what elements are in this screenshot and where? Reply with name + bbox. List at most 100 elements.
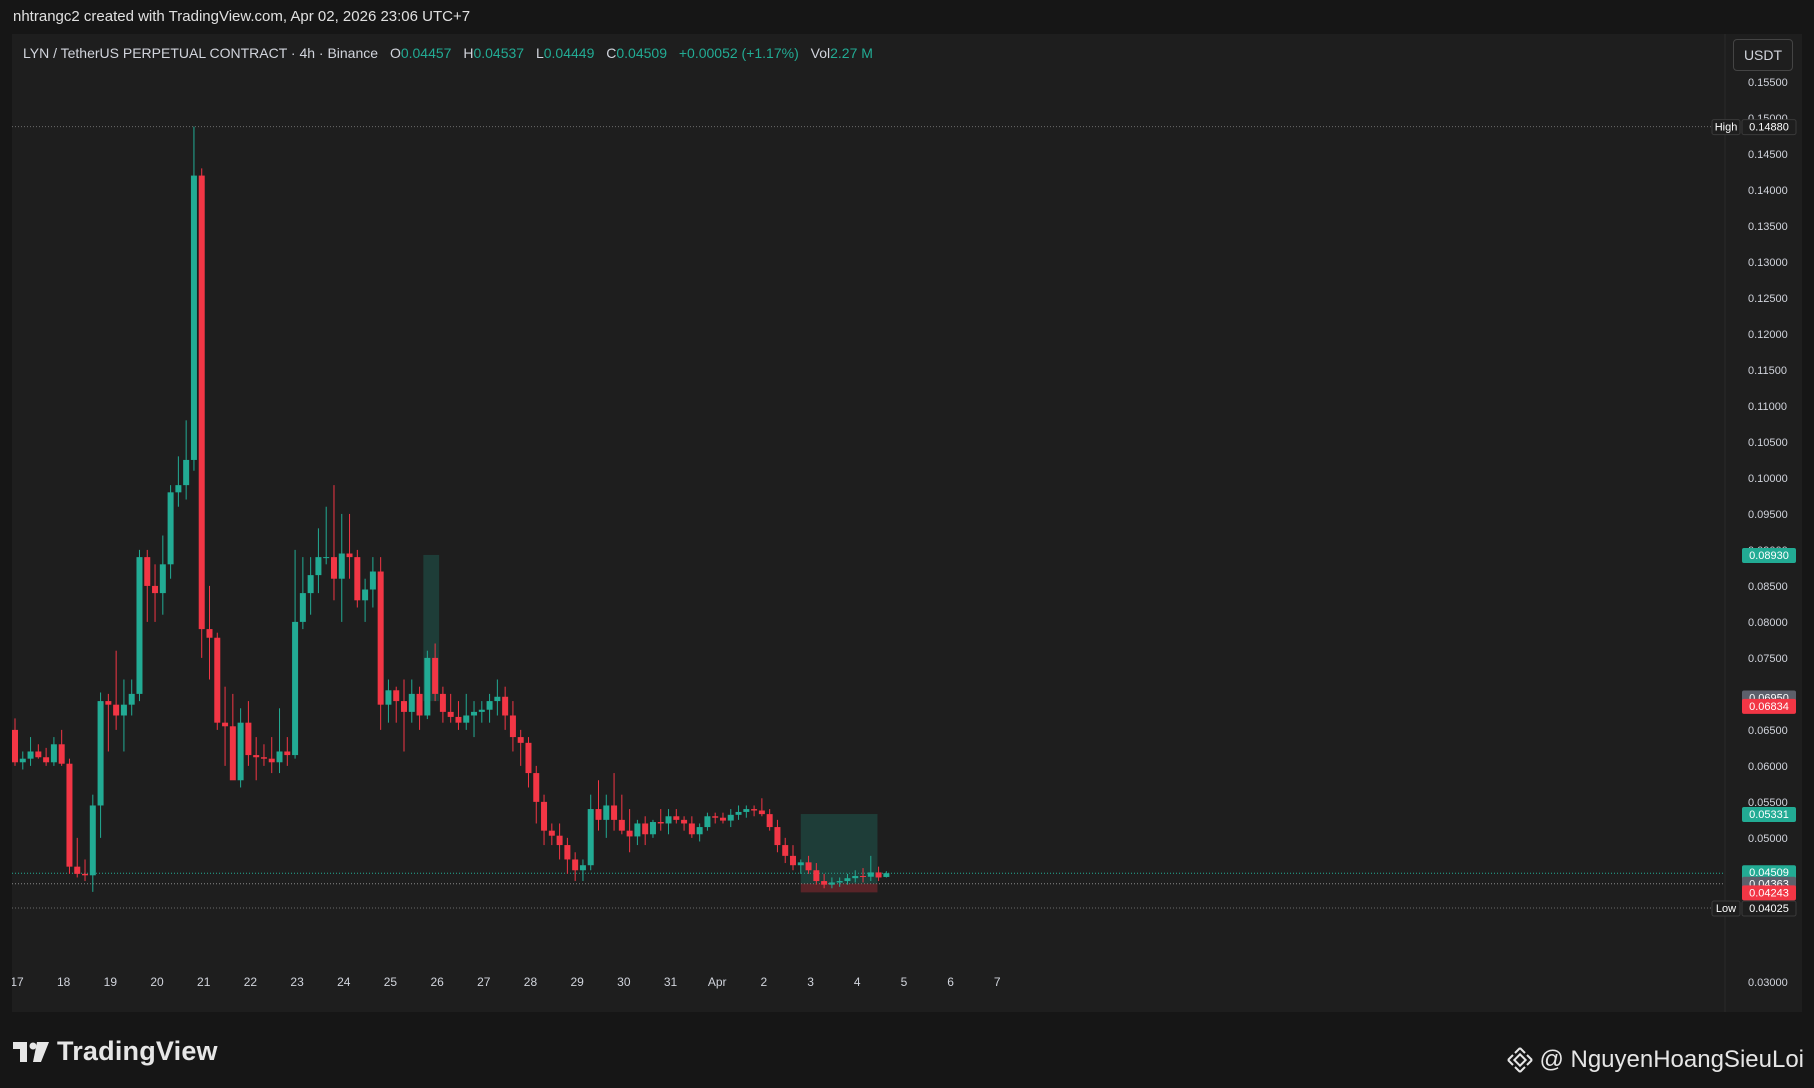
candle-body xyxy=(12,729,18,763)
candle-body xyxy=(222,722,229,727)
x-tick-label: 2 xyxy=(761,975,768,989)
close-value: 0.04509 xyxy=(616,45,667,61)
y-tick-label: 0.12500 xyxy=(1748,293,1788,305)
candle-body xyxy=(245,722,252,756)
y-tick-label: 0.03000 xyxy=(1748,977,1788,989)
candle-body xyxy=(338,553,345,579)
candle-body xyxy=(790,855,796,866)
candle-body xyxy=(432,657,439,694)
candle-body xyxy=(657,822,664,824)
candle-body xyxy=(782,845,789,856)
candle-body xyxy=(556,835,563,846)
y-tick-label: 0.14000 xyxy=(1748,185,1788,197)
candle-body xyxy=(712,816,719,818)
candle-body xyxy=(463,715,470,723)
price-chart[interactable]: 0.155000.150000.145000.140000.135000.130… xyxy=(12,34,1802,1012)
candle-body xyxy=(719,817,726,821)
candle-body xyxy=(408,693,415,712)
x-tick-label: Apr xyxy=(708,975,727,989)
candle-body xyxy=(603,805,610,820)
candle-body xyxy=(323,557,330,559)
chart-panel[interactable]: 0.15500 0.15000 0.14500 0.14000 0.13500 0.130… xyxy=(12,34,1802,1012)
y-tick-label: 0.13000 xyxy=(1748,257,1788,269)
candle-body xyxy=(120,704,127,716)
y-tick-label: 0.08000 xyxy=(1748,617,1788,629)
x-tick-label: 23 xyxy=(290,975,304,989)
candle-body xyxy=(587,809,594,866)
y-tick-label: 0.14500 xyxy=(1748,149,1788,161)
candle-body xyxy=(439,693,446,712)
y-tick-label: 0.06500 xyxy=(1748,725,1788,737)
candle-body xyxy=(385,690,392,705)
candle-body xyxy=(836,881,843,883)
candle-body xyxy=(43,757,50,763)
candle-body xyxy=(152,585,159,594)
candle-body xyxy=(455,716,462,723)
candle-body xyxy=(74,866,81,874)
candle-body xyxy=(821,881,828,885)
candle-body xyxy=(113,704,120,716)
candle-body xyxy=(525,742,532,774)
candle-body xyxy=(673,816,680,820)
candle-body xyxy=(533,773,540,802)
x-tick-label: 5 xyxy=(901,975,908,989)
symbol-title[interactable]: LYN / TetherUS PERPETUAL CONTRACT · 4h ·… xyxy=(23,45,378,61)
candle-body xyxy=(502,696,509,716)
candle-body xyxy=(688,823,695,835)
price-tag-value: 0.06834 xyxy=(1749,701,1789,713)
candle-body xyxy=(276,751,283,763)
author-watermark: @ NguyenHoangSieuLoi xyxy=(1507,1046,1804,1074)
candle-body xyxy=(19,758,26,763)
close-label: C xyxy=(606,45,617,61)
x-tick-label: 20 xyxy=(150,975,164,989)
candle-body xyxy=(416,693,423,716)
candle-body xyxy=(471,711,478,716)
candle-body xyxy=(478,709,485,712)
candle-body xyxy=(579,865,586,871)
candle-body xyxy=(611,805,618,820)
change-value: +0.00052 (+1.17%) xyxy=(678,45,799,61)
x-tick-label: 7 xyxy=(994,975,1001,989)
candle-body xyxy=(548,830,555,836)
y-tick-label: 0.13500 xyxy=(1748,221,1788,233)
candle-body xyxy=(206,629,213,638)
candle-body xyxy=(159,564,166,594)
candle-body xyxy=(167,492,174,565)
candle-body xyxy=(813,870,820,882)
candle-body xyxy=(727,814,734,821)
candle-body xyxy=(486,701,493,710)
candle-body xyxy=(97,701,104,806)
candle-body xyxy=(183,459,190,486)
tradingview-logo[interactable]: TradingView xyxy=(13,1036,218,1067)
x-tick-label: 25 xyxy=(384,975,398,989)
candle-body xyxy=(564,845,571,860)
y-tick-label: 0.08500 xyxy=(1748,581,1788,593)
candle-body xyxy=(144,557,151,586)
candle-body xyxy=(89,805,96,876)
candle-body xyxy=(175,485,182,493)
volume-label: Vol xyxy=(810,45,831,61)
candle-body xyxy=(105,701,112,705)
symbol-legend: LYN / TetherUS PERPETUAL CONTRACT · 4h ·… xyxy=(23,45,873,61)
position-stop-zone xyxy=(800,883,878,893)
x-tick-label: 27 xyxy=(477,975,491,989)
candle-body xyxy=(128,693,135,705)
x-tick-label: 24 xyxy=(337,975,351,989)
candle-body xyxy=(393,690,400,702)
y-tick-label: 0.11500 xyxy=(1748,365,1787,377)
x-tick-label: 17 xyxy=(12,975,24,989)
candle-body xyxy=(330,557,337,579)
candle-body xyxy=(649,822,656,835)
candle-body xyxy=(626,830,633,837)
candle-body xyxy=(494,696,501,702)
candle-body xyxy=(743,809,750,812)
x-tick-label: 18 xyxy=(57,975,71,989)
candle-body xyxy=(517,737,524,743)
y-tick-label: 0.06000 xyxy=(1748,761,1788,773)
candle-body xyxy=(66,763,73,867)
candle-body xyxy=(875,872,882,878)
candle-body xyxy=(214,637,221,723)
currency-button[interactable]: USDT xyxy=(1733,39,1793,71)
candle-body xyxy=(696,827,703,835)
candle-body xyxy=(198,175,205,630)
